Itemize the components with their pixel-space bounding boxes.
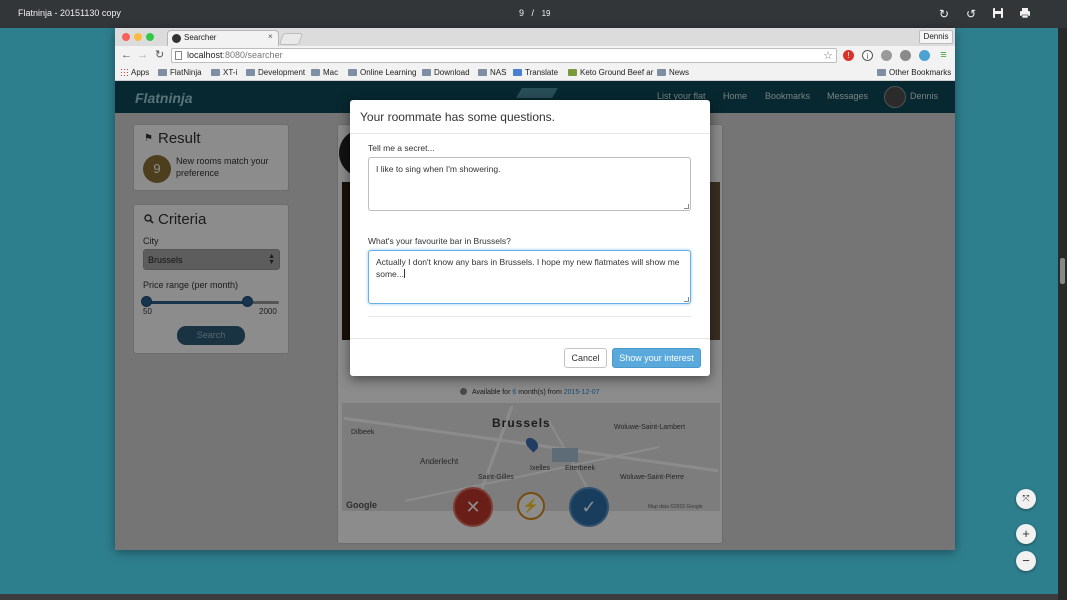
- question-2-textarea[interactable]: Actually I don't know any bars in Brusse…: [368, 250, 691, 304]
- bookmark-mac[interactable]: Mac: [311, 68, 338, 77]
- profile-button[interactable]: Dennis: [919, 30, 953, 44]
- question-2-value: Actually I don't know any bars in Brusse…: [376, 257, 680, 279]
- rotate-ccw-icon[interactable]: ↺: [964, 7, 978, 21]
- scrollbar-thumb[interactable]: [1060, 258, 1065, 284]
- text-caret: [403, 269, 405, 278]
- folder-icon: [211, 69, 220, 76]
- resize-grip-icon[interactable]: [684, 297, 689, 302]
- resize-grip-icon[interactable]: [684, 204, 689, 209]
- apps-grid-icon: [120, 68, 128, 76]
- show-interest-button[interactable]: Show your interest: [612, 348, 701, 368]
- tab-title: Searcher: [184, 33, 217, 42]
- zoom-in-icon[interactable]: +: [1016, 524, 1036, 544]
- tab-strip: Searcher × Dennis: [115, 28, 955, 46]
- page-total: 19: [541, 9, 551, 18]
- window-close-light[interactable]: [122, 33, 130, 41]
- print-icon[interactable]: [1018, 7, 1032, 21]
- window-zoom-light[interactable]: [146, 33, 154, 41]
- bookmark-news[interactable]: News: [657, 68, 689, 77]
- url-host: localhost: [187, 50, 223, 60]
- bookmark-online-learning[interactable]: Online Learning: [348, 68, 416, 77]
- folder-icon: [311, 69, 320, 76]
- puzzle-extension-icon[interactable]: [881, 50, 892, 61]
- adblock-extension-icon[interactable]: !: [843, 50, 854, 61]
- menu-icon[interactable]: ≡: [938, 50, 949, 61]
- page-separator: /: [531, 8, 535, 18]
- folder-icon: [348, 69, 357, 76]
- bookmark-keto[interactable]: Keto Ground Beef ar: [568, 68, 653, 77]
- questions-modal: Your roommate has some questions. Tell m…: [350, 100, 710, 376]
- url-path: :8080/searcher: [222, 50, 283, 60]
- bookmark-development[interactable]: Development: [246, 68, 305, 77]
- bookmark-flatninja[interactable]: FlatNinja: [158, 68, 202, 77]
- browser-window: Searcher × Dennis ← → ↻ localhost:8080/s…: [115, 28, 955, 550]
- folder-icon: [246, 69, 255, 76]
- info-extension-icon[interactable]: i: [862, 50, 873, 61]
- cancel-button[interactable]: Cancel: [564, 348, 607, 368]
- browser-toolbar: ← → ↻ localhost:8080/searcher ☆ ! i ≡: [115, 46, 955, 65]
- pdf-viewer-toolbar: Flatninja - 20151130 copy 9 / 19 ↻ ↺: [0, 0, 1067, 28]
- folder-icon: [657, 69, 666, 76]
- url-text[interactable]: localhost:8080/searcher: [187, 50, 283, 60]
- question-1-textarea[interactable]: I like to sing when I'm showering.: [368, 157, 691, 211]
- ninja-favicon-icon: [172, 34, 181, 43]
- bookmark-xt-i[interactable]: XT-i: [211, 68, 237, 77]
- document-title: Flatninja - 20151130 copy: [18, 8, 121, 18]
- fit-page-icon[interactable]: ⤧: [1016, 489, 1036, 509]
- back-arrow-icon[interactable]: ←: [121, 49, 132, 61]
- bookmark-translate[interactable]: Translate: [513, 68, 558, 77]
- question-1-value: I like to sing when I'm showering.: [376, 164, 501, 174]
- question-2-label: What's your favourite bar in Brussels?: [368, 236, 511, 246]
- page-icon: [175, 51, 182, 60]
- close-icon[interactable]: ×: [268, 32, 273, 41]
- window-minimize-light[interactable]: [134, 33, 142, 41]
- web-page: Flatninja List your flat Home Bookmarks …: [115, 81, 955, 550]
- folder-icon: [513, 69, 522, 76]
- new-tab-button[interactable]: [278, 33, 304, 45]
- leaf-icon: [568, 69, 577, 76]
- download-icon[interactable]: [991, 7, 1005, 21]
- folder-icon: [478, 69, 487, 76]
- folder-icon: [158, 69, 167, 76]
- person-extension-icon[interactable]: [900, 50, 911, 61]
- tab-searcher[interactable]: Searcher ×: [167, 30, 279, 46]
- page-current[interactable]: 9: [519, 8, 524, 18]
- zoom-out-icon[interactable]: −: [1016, 551, 1036, 571]
- modal-title: Your roommate has some questions.: [360, 110, 555, 124]
- bookmark-other[interactable]: Other Bookmarks: [877, 68, 951, 77]
- modal-divider: [368, 316, 691, 317]
- question-1-label: Tell me a secret...: [368, 143, 435, 153]
- next-page-edge: [0, 594, 1058, 600]
- folder-icon: [877, 69, 886, 76]
- bookmark-download[interactable]: Download: [422, 68, 470, 77]
- modal-header: Your roommate has some questions.: [350, 100, 710, 134]
- reload-icon[interactable]: ↻: [155, 49, 164, 61]
- modal-footer-divider: [350, 338, 710, 339]
- page-indicator: 9 / 19: [519, 8, 550, 18]
- rotate-icon[interactable]: ↻: [937, 7, 951, 21]
- address-bar[interactable]: localhost:8080/searcher ☆: [171, 48, 837, 63]
- bookmark-star-icon[interactable]: ☆: [823, 49, 833, 62]
- bookmark-nas[interactable]: NAS: [478, 68, 506, 77]
- bookmarks-bar: Apps FlatNinja XT-i Development Mac Onli…: [115, 65, 955, 81]
- viewer-scrollbar[interactable]: [1058, 28, 1067, 600]
- folder-icon: [422, 69, 431, 76]
- camera-extension-icon[interactable]: [919, 50, 930, 61]
- bookmark-apps[interactable]: Apps: [120, 68, 149, 77]
- forward-arrow-icon[interactable]: →: [137, 49, 148, 61]
